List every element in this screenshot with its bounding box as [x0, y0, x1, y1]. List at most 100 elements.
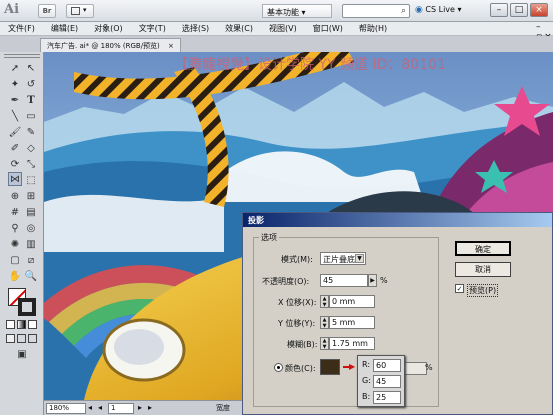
menu-edit[interactable]: 编辑(E): [43, 23, 86, 34]
minimize-button[interactable]: –: [490, 3, 508, 17]
options-group-label: 选项: [259, 232, 279, 243]
line-tool-icon[interactable]: ╲: [8, 110, 22, 124]
r-value-input[interactable]: 60: [373, 359, 401, 372]
eraser-tool-icon[interactable]: ◇: [24, 142, 38, 156]
artboard-number-select[interactable]: 1: [108, 403, 134, 414]
menu-file[interactable]: 文件(F): [0, 23, 43, 34]
color-radio[interactable]: [274, 363, 283, 372]
pen-tool-icon[interactable]: ✒: [8, 94, 22, 108]
gradient-tool-icon[interactable]: ▤: [24, 206, 38, 220]
y-offset-label: Y 位移(Y):: [278, 319, 316, 328]
tab-close-icon[interactable]: ×: [168, 42, 174, 50]
dropdown-arrow-icon: ▼: [355, 254, 364, 263]
free-transform-tool-icon[interactable]: ⬚: [24, 174, 38, 188]
panel-grip[interactable]: [4, 54, 40, 58]
rgb-color-popup: R: 60 G: 45 B: 25: [357, 355, 405, 407]
direct-selection-tool-icon[interactable]: ↖: [24, 62, 38, 76]
graph-tool-icon[interactable]: ▥: [24, 238, 38, 252]
hand-tool-icon[interactable]: ✋: [8, 270, 22, 284]
g-label: G:: [362, 376, 371, 385]
selection-tool-icon[interactable]: ➚: [8, 62, 22, 76]
mesh-tool-icon[interactable]: #: [8, 206, 22, 220]
color-mode-buttons: [6, 320, 38, 330]
cancel-button[interactable]: 取消: [455, 262, 511, 277]
g-value-input[interactable]: 45: [373, 375, 401, 388]
slice-tool-icon[interactable]: ⧄: [24, 254, 38, 268]
magic-wand-tool-icon[interactable]: ✦: [8, 78, 22, 92]
menu-bar: 文件(F) 编辑(E) 对象(O) 文字(T) 选择(S) 效果(C) 视图(V…: [0, 22, 553, 36]
x-offset-input[interactable]: 0 mm: [329, 295, 375, 308]
menu-object[interactable]: 对象(O): [86, 23, 131, 34]
preview-checkbox[interactable]: ✓: [455, 284, 464, 293]
width-tool-icon[interactable]: ⋈: [8, 172, 22, 186]
menu-window[interactable]: 窗口(W): [305, 23, 351, 34]
opacity-slider-arrow-icon[interactable]: ▶: [368, 274, 377, 287]
opacity-input[interactable]: 45: [320, 274, 368, 287]
blur-label: 模糊(B):: [287, 340, 318, 349]
b-value-input[interactable]: 25: [373, 391, 401, 404]
preview-label[interactable]: 预览(P): [467, 284, 499, 297]
shadow-color-swatch[interactable]: [320, 359, 340, 375]
pencil-tool-icon[interactable]: ✎: [24, 126, 38, 140]
mode-label: 模式(M):: [281, 255, 313, 264]
close-window-button[interactable]: ×: [530, 3, 548, 17]
bridge-button[interactable]: Br: [38, 4, 56, 18]
blend-mode-select[interactable]: 正片叠底 ▼: [320, 252, 366, 265]
x-offset-stepper[interactable]: ▲ ▼: [320, 295, 329, 308]
zoom-level-select[interactable]: 180%: [46, 403, 86, 414]
symbol-sprayer-tool-icon[interactable]: ✺: [8, 238, 22, 252]
prev-page-icon[interactable]: ◂: [98, 403, 102, 412]
color-button-icon[interactable]: [6, 320, 15, 329]
eyedropper-tool-icon[interactable]: ⚲: [8, 222, 22, 236]
blend-tool-icon[interactable]: ◎: [24, 222, 38, 236]
blur-stepper[interactable]: ▲ ▼: [320, 337, 329, 350]
artboard-tool-icon[interactable]: ▢: [8, 254, 22, 268]
perspective-grid-tool-icon[interactable]: ⊞: [24, 190, 38, 204]
drop-shadow-dialog: 投影 选项 模式(M): 正片叠底 ▼ 不透明度(O): 45 ▶ % X 位移…: [242, 212, 553, 415]
arrange-documents-button[interactable]: ▾: [66, 4, 94, 18]
gradient-button-icon[interactable]: [17, 320, 26, 329]
scale-tool-icon[interactable]: ⤡: [24, 158, 38, 172]
document-tab[interactable]: 汽车广告. ai* @ 180% (RGB/预览) ×: [40, 38, 181, 52]
screen-mode-icon[interactable]: ▣: [15, 348, 29, 362]
menu-effect[interactable]: 效果(C): [217, 23, 261, 34]
zoom-tool-icon[interactable]: 🔍: [24, 270, 38, 284]
blob-brush-tool-icon[interactable]: ✐: [8, 142, 22, 156]
dialog-title: 投影: [243, 213, 552, 227]
none-button-icon[interactable]: [28, 320, 37, 329]
menu-help[interactable]: 帮助(H): [351, 23, 395, 34]
type-tool-icon[interactable]: T: [24, 94, 38, 108]
draw-inside-icon[interactable]: [28, 334, 37, 343]
paintbrush-tool-icon[interactable]: 🖌: [8, 126, 22, 140]
rectangle-tool-icon[interactable]: ▭: [24, 110, 38, 124]
menu-type[interactable]: 文字(T): [131, 23, 174, 34]
draw-normal-icon[interactable]: [6, 334, 15, 343]
draw-behind-icon[interactable]: [17, 334, 26, 343]
maximize-button[interactable]: □: [510, 3, 528, 17]
cs-live-menu[interactable]: ◉ CS Live ▾: [415, 5, 462, 15]
shape-builder-tool-icon[interactable]: ⊕: [8, 190, 22, 204]
maximize-icon: □: [514, 5, 524, 15]
next-page-icon[interactable]: ▸: [138, 403, 142, 412]
workspace-switcher[interactable]: 基本功能 ▾: [262, 4, 332, 18]
search-input[interactable]: ⌕: [342, 4, 410, 18]
blur-input[interactable]: 1.75 mm: [329, 337, 375, 350]
last-page-icon[interactable]: ▸: [148, 403, 152, 412]
menu-view[interactable]: 视图(V): [261, 23, 305, 34]
y-offset-input[interactable]: 5 mm: [329, 316, 375, 329]
menu-select[interactable]: 选择(S): [174, 23, 217, 34]
ok-button[interactable]: 确定: [455, 241, 511, 256]
application-title-bar: Ai Br ▾ 基本功能 ▾ ⌕ ◉ CS Live ▾ – □ ×: [0, 0, 553, 22]
darkness-input: [403, 362, 427, 375]
document-tab-title: 汽车广告. ai* @ 180% (RGB/预览): [47, 42, 160, 50]
lasso-tool-icon[interactable]: ↺: [24, 78, 38, 92]
stroke-swatch[interactable]: [18, 298, 36, 316]
first-page-icon[interactable]: ◂: [88, 403, 92, 412]
checkmark-icon: ✓: [456, 285, 463, 293]
close-icon: ×: [535, 5, 543, 15]
color-label: 颜色(C):: [285, 364, 316, 373]
illustrator-logo: Ai: [4, 2, 20, 17]
y-offset-stepper[interactable]: ▲ ▼: [320, 316, 329, 329]
draw-mode-buttons: [6, 334, 38, 344]
rotate-tool-icon[interactable]: ⟳: [8, 158, 22, 172]
